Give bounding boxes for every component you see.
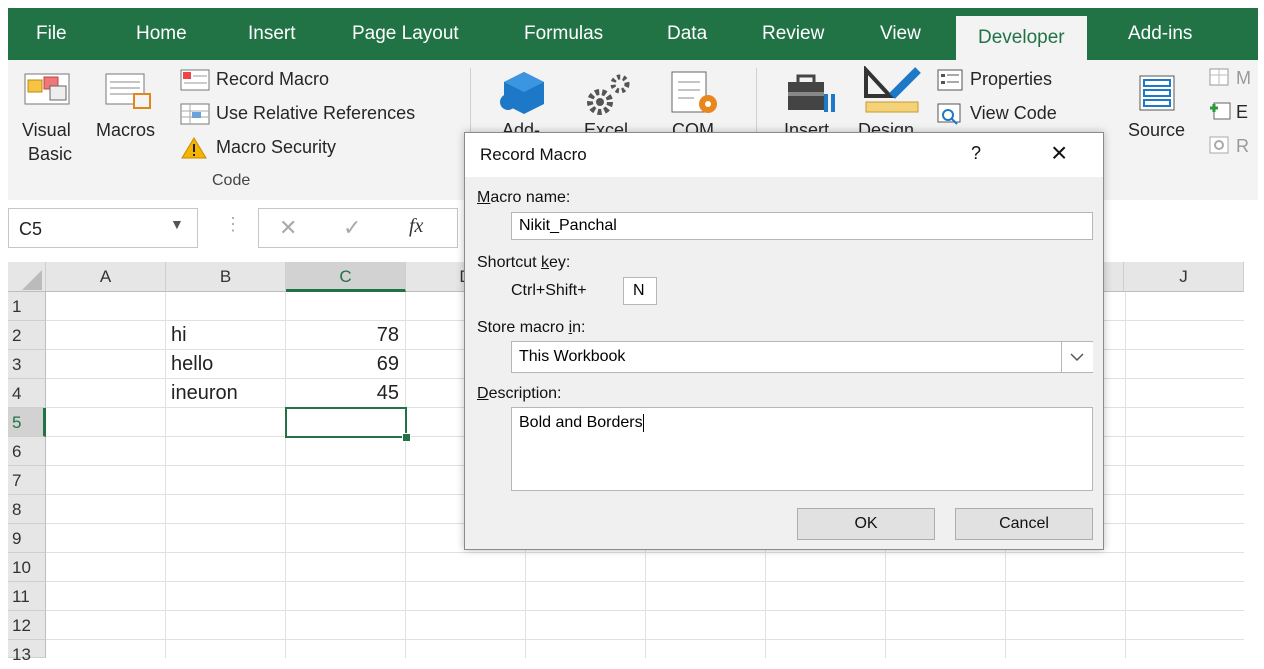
close-button[interactable]: × bbox=[1051, 137, 1067, 169]
insert-function-icon[interactable]: fx bbox=[409, 215, 423, 238]
row-header-11[interactable]: 11 bbox=[8, 582, 46, 611]
dialog-title: Record Macro bbox=[480, 145, 587, 164]
cancel-button[interactable]: Cancel bbox=[955, 508, 1093, 540]
gear-icon[interactable] bbox=[582, 68, 634, 120]
macro-name-label: Macro name: bbox=[477, 189, 571, 206]
ok-button[interactable]: OK bbox=[797, 508, 935, 540]
tab-developer[interactable]: Developer bbox=[956, 16, 1087, 60]
cell-b4[interactable]: ineuron bbox=[166, 379, 286, 408]
visual-basic-label-1[interactable]: Visual bbox=[22, 120, 71, 141]
expansion-packs-icon[interactable] bbox=[1208, 100, 1232, 122]
properties-button[interactable]: Properties bbox=[970, 69, 1052, 90]
design-mode-icon[interactable] bbox=[860, 64, 930, 118]
row-header-2[interactable]: 2 bbox=[8, 321, 46, 350]
cancel-entry-icon[interactable]: ✕ bbox=[279, 215, 297, 241]
store-macro-in-select[interactable]: This Workbook bbox=[511, 341, 1093, 373]
com-add-ins-icon[interactable] bbox=[668, 68, 724, 120]
drag-handle-icon[interactable]: ⋮ bbox=[224, 214, 242, 235]
record-macro-icon[interactable] bbox=[180, 68, 210, 92]
properties-icon[interactable] bbox=[936, 68, 964, 92]
code-group-label: Code bbox=[212, 172, 251, 189]
store-macro-in-label: Store macro in: bbox=[477, 319, 586, 336]
use-relative-references-icon[interactable] bbox=[180, 102, 210, 126]
expansion-packs-partial[interactable]: E bbox=[1236, 102, 1248, 123]
row-header-7[interactable]: 7 bbox=[8, 466, 46, 495]
select-all-corner[interactable] bbox=[8, 262, 46, 292]
cell-b2[interactable]: hi bbox=[166, 321, 286, 350]
description-textarea[interactable]: Bold and Borders bbox=[511, 407, 1093, 491]
row-header-4[interactable]: 4 bbox=[8, 379, 46, 408]
name-box-dropdown-icon[interactable]: ▼ bbox=[170, 216, 184, 232]
row-header-1[interactable]: 1 bbox=[8, 292, 46, 321]
source-icon[interactable] bbox=[1136, 72, 1180, 116]
dialog-title-bar: Record Macro ? × bbox=[465, 133, 1103, 177]
help-button[interactable]: ? bbox=[971, 143, 981, 164]
tab-view[interactable]: View bbox=[880, 8, 921, 60]
macros-icon[interactable] bbox=[104, 72, 154, 112]
selected-cell-c5[interactable] bbox=[285, 407, 407, 438]
column-header-c[interactable]: C bbox=[286, 262, 406, 292]
macros-label[interactable]: Macros bbox=[96, 120, 155, 141]
text-cursor bbox=[642, 413, 644, 432]
map-properties-partial[interactable]: M bbox=[1236, 68, 1251, 89]
description-label: Description: bbox=[477, 385, 562, 402]
formula-buttons: ✕ ✓ fx bbox=[258, 208, 458, 248]
refresh-data-icon[interactable] bbox=[1208, 134, 1232, 156]
row-header-3[interactable]: 3 bbox=[8, 350, 46, 379]
shortcut-key-label: Shortcut key: bbox=[477, 254, 571, 271]
cell-c3[interactable]: 69 bbox=[286, 350, 406, 379]
tab-add-ins[interactable]: Add-ins bbox=[1128, 8, 1192, 60]
map-properties-icon[interactable] bbox=[1208, 66, 1232, 88]
tab-page-layout[interactable]: Page Layout bbox=[352, 8, 459, 60]
use-relative-references-button[interactable]: Use Relative References bbox=[216, 103, 415, 124]
macro-security-button[interactable]: Macro Security bbox=[216, 137, 336, 158]
tab-insert[interactable]: Insert bbox=[248, 8, 296, 60]
view-code-icon[interactable] bbox=[936, 102, 964, 126]
record-macro-dialog: Record Macro ? × Macro name: Nikit_Panch… bbox=[464, 132, 1104, 550]
row-header-13[interactable]: 13 bbox=[8, 640, 46, 664]
add-ins-icon[interactable] bbox=[498, 68, 550, 120]
column-header-j[interactable]: J bbox=[1124, 262, 1244, 292]
refresh-data-partial[interactable]: R bbox=[1236, 136, 1249, 157]
shortcut-prefix: Ctrl+Shift+ bbox=[511, 282, 587, 299]
tab-data[interactable]: Data bbox=[667, 8, 707, 60]
ribbon-tab-bar: File Home Insert Page Layout Formulas Da… bbox=[8, 8, 1258, 60]
description-text: Bold and Borders bbox=[519, 414, 643, 431]
row-header-12[interactable]: 12 bbox=[8, 611, 46, 640]
tab-review[interactable]: Review bbox=[762, 8, 824, 60]
macro-name-input[interactable]: Nikit_Panchal bbox=[511, 212, 1093, 240]
column-header-b[interactable]: B bbox=[166, 262, 286, 292]
visual-basic-label-2[interactable]: Basic bbox=[28, 144, 72, 165]
tab-home[interactable]: Home bbox=[136, 8, 187, 60]
row-header-10[interactable]: 10 bbox=[8, 553, 46, 582]
row-header-6[interactable]: 6 bbox=[8, 437, 46, 466]
row-header-9[interactable]: 9 bbox=[8, 524, 46, 553]
row-header-8[interactable]: 8 bbox=[8, 495, 46, 524]
column-header-a[interactable]: A bbox=[46, 262, 166, 292]
cell-c4[interactable]: 45 bbox=[286, 379, 406, 408]
tab-formulas[interactable]: Formulas bbox=[524, 8, 603, 60]
source-label[interactable]: Source bbox=[1128, 120, 1185, 141]
chevron-down-icon[interactable] bbox=[1061, 342, 1093, 372]
tab-file[interactable]: File bbox=[36, 8, 67, 60]
fill-handle[interactable] bbox=[402, 433, 411, 442]
row-header-5[interactable]: 5 bbox=[8, 408, 46, 437]
record-macro-button[interactable]: Record Macro bbox=[216, 69, 329, 90]
shortcut-key-input[interactable]: N bbox=[623, 277, 657, 305]
cell-c2[interactable]: 78 bbox=[286, 321, 406, 350]
warning-icon[interactable] bbox=[180, 136, 208, 160]
toolbox-icon[interactable] bbox=[784, 72, 840, 118]
cell-b3[interactable]: hello bbox=[166, 350, 286, 379]
confirm-entry-icon[interactable]: ✓ bbox=[343, 215, 361, 241]
visual-basic-icon[interactable] bbox=[24, 68, 70, 108]
view-code-button[interactable]: View Code bbox=[970, 103, 1057, 124]
